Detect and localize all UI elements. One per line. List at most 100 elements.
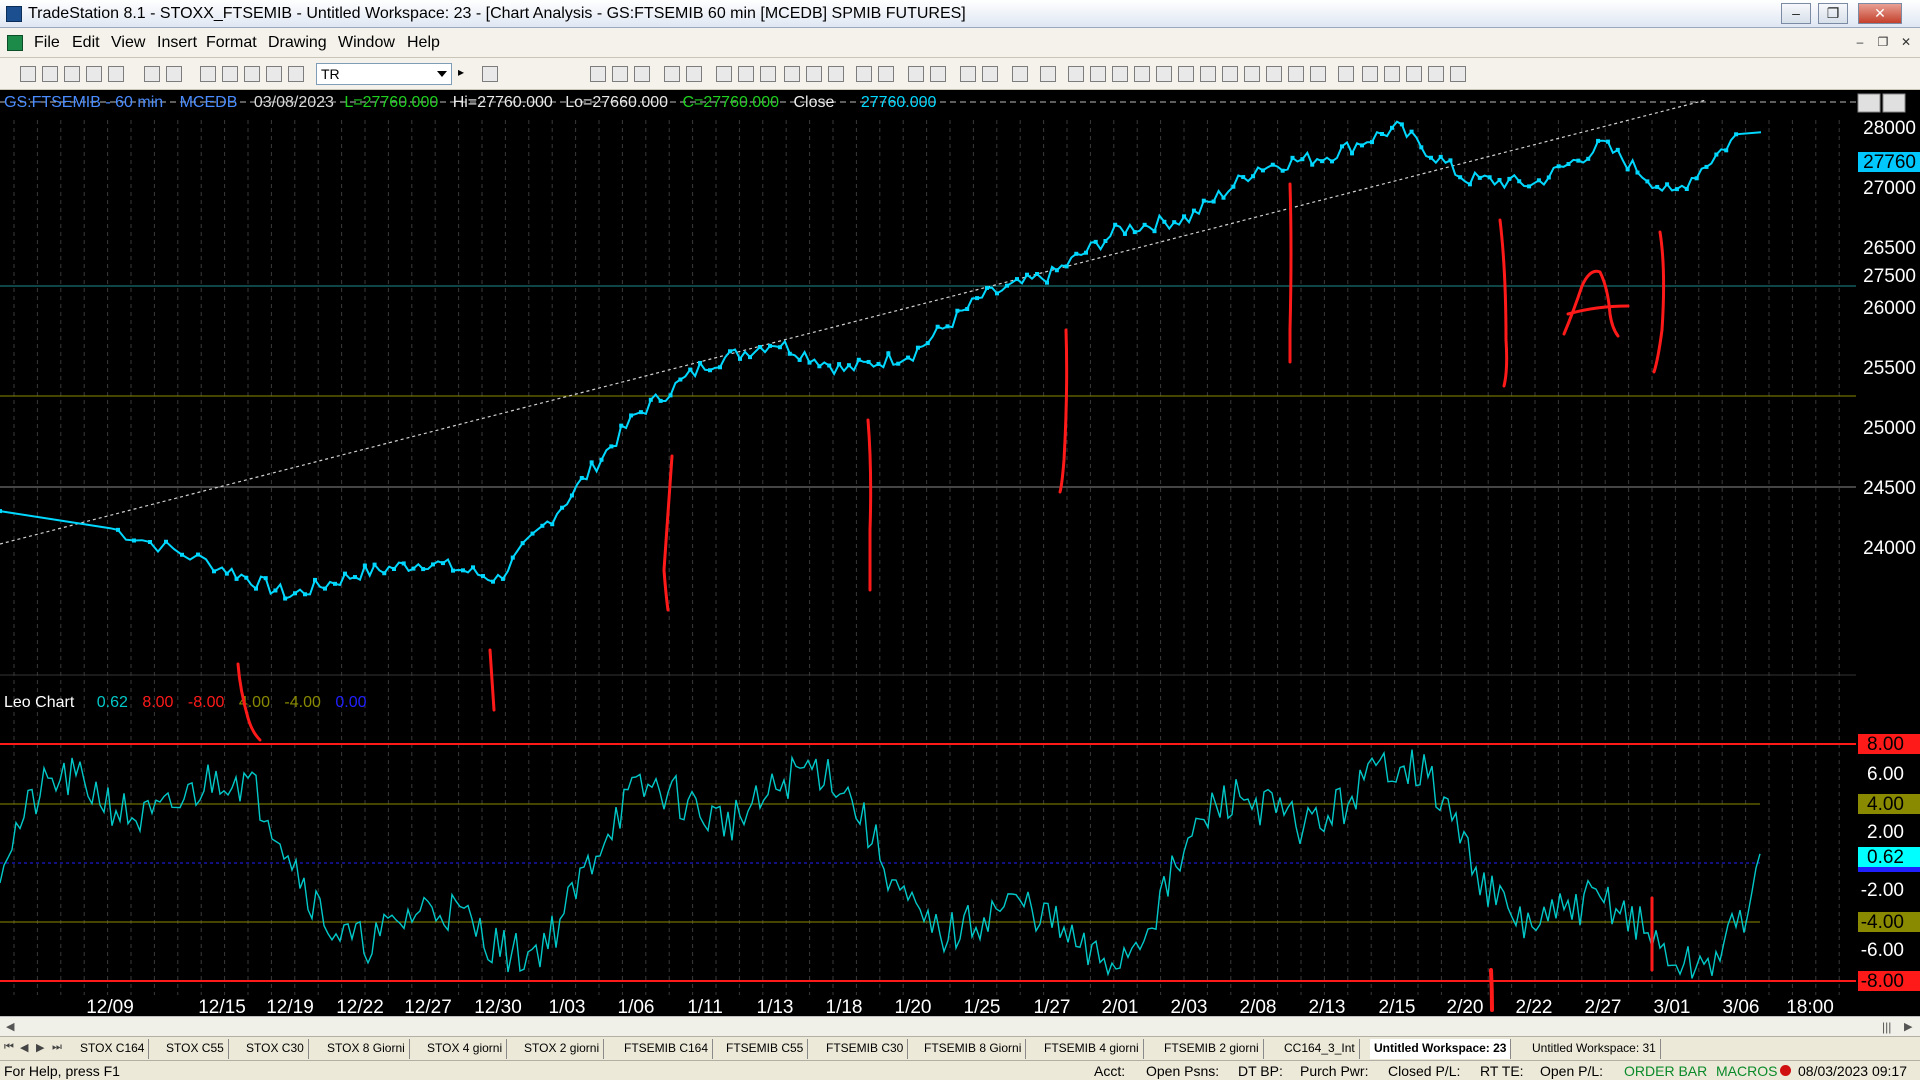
- save-icon[interactable]: [108, 66, 124, 82]
- horizontal-line-icon[interactable]: [1090, 66, 1106, 82]
- scroll-left-icon[interactable]: ◀: [6, 1020, 14, 1033]
- workspace-tab[interactable]: FTSEMIB C30: [822, 1039, 909, 1059]
- tab-next-icon[interactable]: ▶: [36, 1041, 44, 1054]
- menu-format[interactable]: Format: [206, 34, 257, 52]
- quote-icon[interactable]: [806, 66, 822, 82]
- menu-drawing[interactable]: Drawing: [268, 34, 327, 52]
- gann-fan-icon[interactable]: [1156, 66, 1172, 82]
- minimize-button[interactable]: ‒: [1781, 3, 1811, 24]
- menu-file[interactable]: File: [34, 34, 60, 52]
- text-label-icon[interactable]: [1450, 66, 1466, 82]
- matrix-icon[interactable]: [634, 66, 650, 82]
- arc-icon[interactable]: [1288, 66, 1304, 82]
- mdi-close-button[interactable]: ✕: [1896, 34, 1916, 52]
- workspace-tab[interactable]: FTSEMIB C164: [620, 1039, 714, 1059]
- new-icon[interactable]: [20, 66, 36, 82]
- workspace-tab[interactable]: STOX 2 giorni: [520, 1039, 605, 1059]
- strategy-icon[interactable]: [288, 66, 304, 82]
- chart-canvas[interactable]: GS:FTSEMIB - 60 min MCEDB 03/08/2023 L=2…: [0, 90, 1920, 1016]
- window-icon[interactable]: [200, 66, 216, 82]
- trendline-icon[interactable]: [1068, 66, 1084, 82]
- macros-button[interactable]: MACROS: [1716, 1063, 1777, 1079]
- maximize-button[interactable]: ❐: [1818, 3, 1848, 24]
- andrews-pitchfork-icon[interactable]: [1134, 66, 1150, 82]
- fibonacci-icon[interactable]: [1112, 66, 1128, 82]
- open-icon[interactable]: [42, 66, 58, 82]
- workspace-tab-active[interactable]: Untitled Workspace: 23: [1370, 1039, 1512, 1059]
- tab-last-icon[interactable]: ⏭: [52, 1041, 62, 1054]
- format-icon[interactable]: [1012, 66, 1028, 82]
- new-workspace-icon[interactable]: [86, 66, 102, 82]
- workspace-tab[interactable]: FTSEMIB 2 giorni: [1160, 1039, 1264, 1059]
- zoom-out-icon[interactable]: [930, 66, 946, 82]
- chevron-down-icon[interactable]: [437, 71, 447, 77]
- freehand-icon[interactable]: [1338, 66, 1354, 82]
- horizontal-scrollbar[interactable]: ◀ ||| ▶: [0, 1016, 1920, 1036]
- vertical-line-icon[interactable]: [1200, 66, 1216, 82]
- menu-edit[interactable]: Edit: [72, 34, 100, 52]
- news-icon[interactable]: [760, 66, 776, 82]
- workspace-tab[interactable]: Untitled Workspace: 31: [1528, 1039, 1661, 1059]
- workspace-tab[interactable]: STOX C55: [162, 1039, 229, 1059]
- symbol-dropdown[interactable]: TR: [316, 63, 452, 85]
- trade-icon[interactable]: [828, 66, 844, 82]
- window-2-icon[interactable]: [222, 66, 238, 82]
- open-workspace-icon[interactable]: [64, 66, 80, 82]
- ellipse-icon[interactable]: [1406, 66, 1422, 82]
- pointer-icon[interactable]: [960, 66, 976, 82]
- zoom-in-icon[interactable]: [908, 66, 924, 82]
- mdi-minimize-button[interactable]: ‒: [1850, 34, 1870, 52]
- scroll-right-icon[interactable]: ▶: [1904, 1020, 1912, 1033]
- play-icon[interactable]: ▸: [458, 65, 474, 81]
- workspace-tab[interactable]: STOX 8 Giorni: [323, 1039, 410, 1059]
- workspace-tab[interactable]: STOX 4 giorni: [423, 1039, 508, 1059]
- radarscreen-icon[interactable]: [612, 66, 628, 82]
- alert-icon[interactable]: [1040, 66, 1056, 82]
- lock-icon[interactable]: [244, 66, 260, 82]
- print-icon[interactable]: [144, 66, 160, 82]
- channel-icon[interactable]: [1266, 66, 1282, 82]
- chart-analysis-icon[interactable]: [590, 66, 606, 82]
- trendline[interactable]: [0, 99, 1707, 545]
- pane-close-button[interactable]: [1882, 93, 1906, 113]
- speed-lines-icon[interactable]: [1222, 66, 1238, 82]
- text-tool-icon[interactable]: [1178, 66, 1194, 82]
- portfolio-icon[interactable]: [686, 66, 702, 82]
- arrow-down-icon[interactable]: [1362, 66, 1378, 82]
- price-point: [550, 522, 555, 527]
- scroll-left-icon[interactable]: [856, 66, 872, 82]
- menu-window[interactable]: Window: [338, 34, 395, 52]
- hand-drawn-annotations[interactable]: [236, 182, 1666, 1012]
- workspace-tab[interactable]: FTSEMIB 8 Giorni: [920, 1039, 1027, 1059]
- close-button[interactable]: ✕: [1858, 3, 1902, 24]
- order-bar-button[interactable]: ORDER BAR: [1624, 1063, 1707, 1079]
- scroll-right-icon[interactable]: [878, 66, 894, 82]
- indicator-icon[interactable]: [266, 66, 282, 82]
- rectangle-icon[interactable]: [1428, 66, 1444, 82]
- regression-icon[interactable]: [1244, 66, 1260, 82]
- chart-analysis-window[interactable]: GS:FTSEMIB - 60 min MCEDB 03/08/2023 L=2…: [0, 90, 1920, 1032]
- menu-view[interactable]: View: [111, 34, 145, 52]
- mdi-restore-button[interactable]: ❐: [1873, 34, 1893, 52]
- menu-help[interactable]: Help: [407, 34, 440, 52]
- workspace-tab[interactable]: CC164_3_Int: [1280, 1039, 1360, 1059]
- scanner-icon[interactable]: [664, 66, 680, 82]
- find-icon[interactable]: [482, 66, 498, 82]
- print-preview-icon[interactable]: [166, 66, 182, 82]
- arrow-up-icon[interactable]: [1384, 66, 1400, 82]
- scroll-grip-icon[interactable]: |||: [1882, 1020, 1891, 1034]
- workspace-tab[interactable]: FTSEMIB C55: [722, 1039, 809, 1059]
- options-icon[interactable]: [716, 66, 732, 82]
- pane-restore-button[interactable]: [1857, 93, 1881, 113]
- bar-chart-icon[interactable]: [784, 66, 800, 82]
- tab-prev-icon[interactable]: ◀: [20, 1041, 28, 1054]
- menu-insert[interactable]: Insert: [157, 34, 197, 52]
- workspace-tab[interactable]: STOX C30: [242, 1039, 309, 1059]
- data-window-icon[interactable]: [982, 66, 998, 82]
- tab-first-icon[interactable]: ⏮: [4, 1041, 14, 1054]
- hotlist-icon[interactable]: [738, 66, 754, 82]
- price-point: [333, 581, 337, 586]
- workspace-tab[interactable]: STOX C164: [76, 1039, 150, 1059]
- workspace-tab[interactable]: FTSEMIB 4 giorni: [1040, 1039, 1144, 1059]
- cycle-icon[interactable]: [1310, 66, 1326, 82]
